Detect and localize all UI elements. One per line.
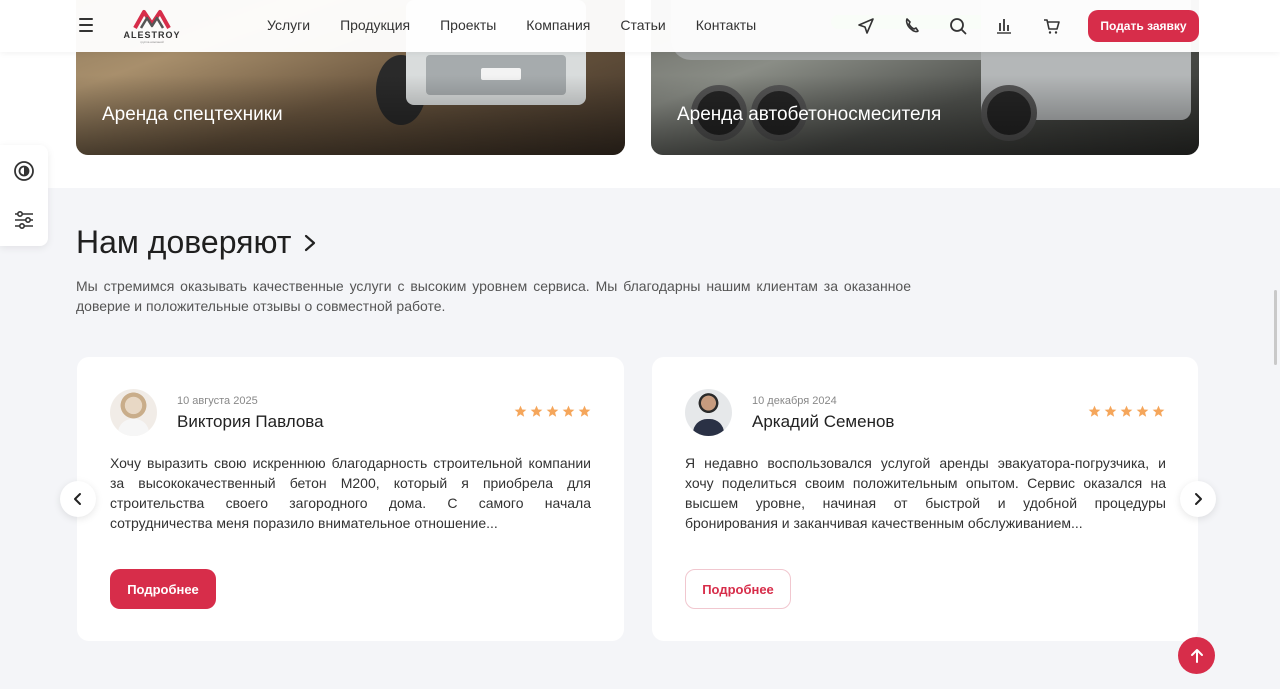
arrow-up-icon (1190, 648, 1203, 663)
read-more-button[interactable]: Подробнее (685, 569, 791, 609)
review-card: 10 августа 2025 Виктория Павлова Хочу вы… (77, 357, 624, 641)
star-icon (562, 405, 575, 417)
read-more-button[interactable]: Подробнее (110, 569, 216, 609)
star-icon (1088, 405, 1101, 417)
page-scrollbar[interactable] (1274, 290, 1277, 365)
star-icon (1104, 405, 1117, 417)
star-icon (530, 405, 543, 417)
rating-stars (1088, 405, 1165, 418)
star-icon (1136, 405, 1149, 417)
reviewer-name: Виктория Павлова (177, 412, 324, 431)
compare-icon[interactable] (994, 16, 1014, 36)
reviewer-name: Аркадий Семенов (752, 412, 895, 431)
review-text: Я недавно воспользовался услугой аренды … (685, 455, 1166, 531)
slider-next-button[interactable] (1180, 481, 1216, 517)
nav-item-services[interactable]: Услуги (267, 17, 310, 33)
nav-item-contacts[interactable]: Контакты (696, 17, 756, 33)
star-icon (514, 405, 527, 417)
scroll-to-top-button[interactable] (1178, 637, 1215, 674)
chevron-left-icon (74, 493, 81, 505)
nav-item-projects[interactable]: Проекты (440, 17, 496, 33)
service-title: Аренда автобетоносмесителя (677, 104, 942, 125)
search-icon[interactable] (948, 16, 968, 36)
submit-request-button[interactable]: Подать заявку (1088, 10, 1199, 42)
nav-item-articles[interactable]: Статьи (620, 17, 665, 33)
review-text: Хочу выразить свою искреннюю благодарнос… (110, 455, 591, 531)
logo-mountains-icon (133, 10, 171, 29)
nav-item-company[interactable]: Компания (526, 17, 590, 33)
rating-stars (514, 405, 591, 418)
slider-prev-button[interactable] (60, 481, 96, 517)
nav-item-products[interactable]: Продукция (340, 17, 410, 33)
settings-sliders-icon[interactable] (13, 209, 35, 231)
side-tool-panel (0, 145, 48, 246)
cart-icon[interactable] (1042, 16, 1062, 36)
avatar (110, 389, 157, 436)
send-icon[interactable] (856, 16, 876, 36)
site-header: ALESTROY группа компаний Услуги Продукци… (0, 0, 1280, 52)
logo-text: ALESTROY (123, 30, 181, 40)
review-date: 10 декабря 2024 (752, 395, 837, 407)
accessibility-icon[interactable] (13, 160, 35, 182)
menu-icon[interactable] (79, 18, 93, 32)
phone-icon[interactable] (902, 16, 922, 36)
section-title-link[interactable]: Нам доверяют (76, 224, 317, 261)
service-title: Аренда спецтехники (102, 104, 283, 125)
section-description: Мы стремимся оказывать качественные услу… (76, 278, 911, 314)
main-nav: Услуги Продукция Проекты Компания Статьи… (267, 17, 786, 33)
chevron-right-icon (1195, 493, 1202, 505)
logo-subtitle: группа компаний (140, 40, 164, 44)
star-icon (1152, 405, 1165, 417)
review-card: 10 декабря 2024 Аркадий Семенов Я недавн… (652, 357, 1198, 641)
review-date: 10 августа 2025 (177, 395, 258, 407)
avatar (685, 389, 732, 436)
company-logo[interactable]: ALESTROY группа компаний (121, 6, 183, 46)
chevron-right-icon (305, 234, 316, 251)
star-icon (1120, 405, 1133, 417)
section-title: Нам доверяют (76, 224, 292, 260)
star-icon (578, 405, 591, 417)
star-icon (546, 405, 559, 417)
